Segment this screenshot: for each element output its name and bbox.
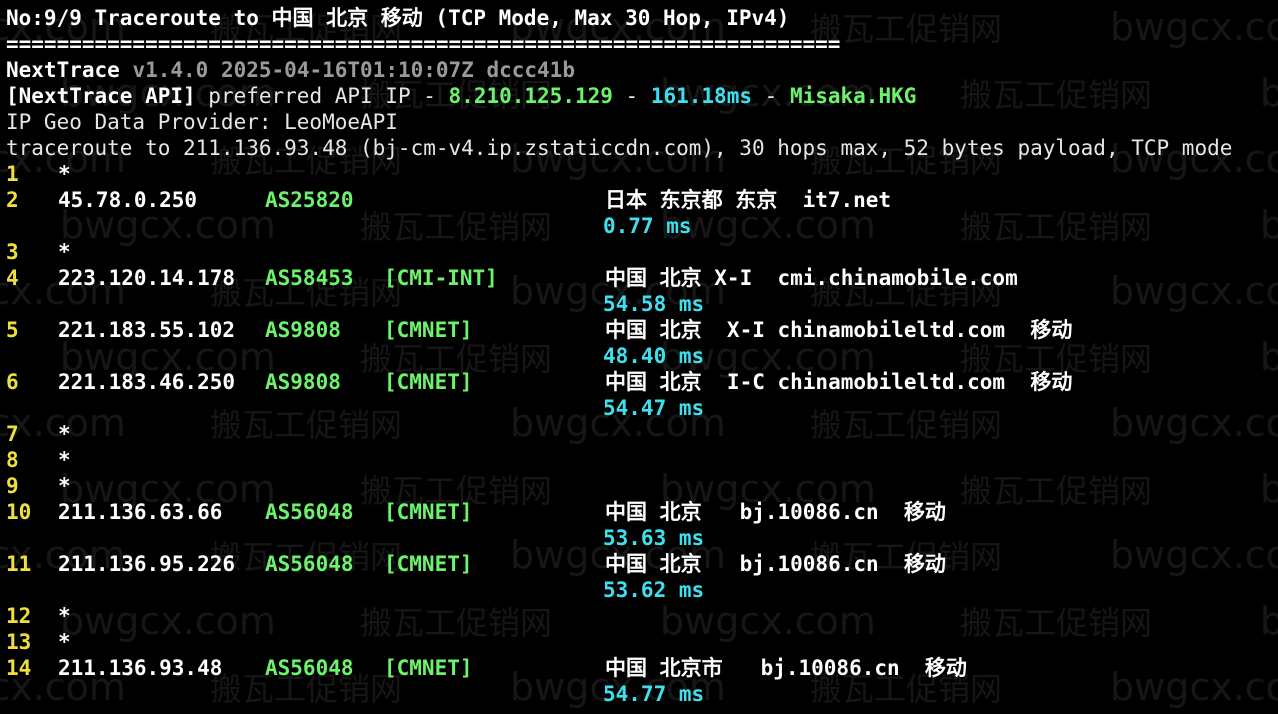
hop-network-tag: [CMNET] [384, 370, 473, 394]
hop-asn: AS9808 [265, 370, 341, 394]
hop-number: 6 [6, 370, 19, 394]
hop-network-tag: [CMNET] [384, 656, 473, 680]
hop-rtt: 54.77 ms [603, 682, 705, 706]
api-latency: 161.18ms [650, 84, 752, 108]
trace-info-line: traceroute to 211.136.93.48 (bj-cm-v4.ip… [6, 136, 1233, 160]
geo-provider-line: IP Geo Data Provider: LeoMoeAPI [6, 110, 398, 134]
hop-number: 10 [6, 500, 32, 524]
hop-asn: AS9808 [265, 318, 341, 342]
hop-network-tag: [CMNET] [384, 318, 473, 342]
hop-timeout: * [58, 630, 71, 654]
hop-number: 12 [6, 604, 32, 628]
version-info: v1.4.0 2025-04-16T01:10:07Z dccc41b [132, 58, 575, 82]
hop-row: 10 211.136.63.66 AS56048 [CMNET] 中国 北京 bj.10… [6, 499, 1278, 525]
hop-number: 5 [6, 318, 19, 342]
hop-geo: 中国 北京 X-I cmi.chinamobile.com [605, 266, 1018, 290]
hop-asn: AS56048 [265, 552, 354, 576]
version-line: NextTrace v1.4.0 2025-04-16T01:10:07Z dc… [6, 57, 1278, 83]
hop-geo: 中国 北京市 bj.10086.cn 移动 [605, 656, 967, 680]
hop-number: 14 [6, 656, 32, 680]
hop-ip: 211.136.95.226 [58, 552, 236, 576]
hop-ip: 221.183.55.102 [58, 318, 236, 342]
hop-ip: 221.183.46.250 [58, 370, 236, 394]
hop-rtt: 54.47 ms [603, 396, 705, 420]
api-dash: - [612, 84, 651, 108]
api-label: [NextTrace API] [6, 84, 196, 108]
api-dash: - [752, 84, 790, 108]
hop-rtt-row: 53.62 ms [6, 577, 1278, 603]
api-line: [NextTrace API] preferred API IP - 8.210… [6, 83, 1278, 109]
hop-number: 13 [6, 630, 32, 654]
hop-number: 7 [6, 422, 19, 446]
hop-rtt-row: 53.63 ms [6, 525, 1278, 551]
hop-row: 5 221.183.55.102 AS9808 [CMNET] 中国 北京 X-I ch… [6, 317, 1278, 343]
hop-timeout: * [58, 240, 71, 264]
hop-timeout: * [58, 448, 71, 472]
hop-geo: 中国 北京 bj.10086.cn 移动 [605, 500, 946, 524]
hop-timeout: * [58, 474, 71, 498]
hop-rtt: 0.77 ms [603, 214, 692, 238]
hop-timeout: * [58, 422, 71, 446]
api-text: preferred API IP - [195, 84, 449, 108]
hop-row: 14 211.136.93.48 AS56048 [CMNET] 中国 北京市 bj.1… [6, 655, 1278, 681]
hop-rtt-row: 54.47 ms [6, 395, 1278, 421]
hop-asn: AS56048 [265, 500, 354, 524]
hop-number: 9 [6, 474, 19, 498]
hop-number: 3 [6, 240, 19, 264]
hop-number: 4 [6, 266, 19, 290]
api-ip: 8.210.125.129 [448, 84, 613, 108]
hop-timeout: * [58, 162, 71, 186]
hop-ip: 223.120.14.178 [58, 266, 236, 290]
hop-geo: 日本 东京都 东京 it7.net [605, 188, 892, 212]
hop-row: 6 221.183.46.250 AS9808 [CMNET] 中国 北京 I-C ch… [6, 369, 1278, 395]
hop-rtt: 53.62 ms [603, 578, 705, 602]
separator-line: ========================================… [6, 32, 841, 56]
hop-row: 13 * [6, 629, 1278, 655]
hop-rtt-row: 54.58 ms [6, 291, 1278, 317]
terminal-output: No:9/9 Traceroute to 中国 北京 移动 (TCP Mode,… [6, 5, 1278, 707]
hop-row: 8 * [6, 447, 1278, 473]
hop-network-tag: [CMNET] [384, 500, 473, 524]
api-node: Misaka.HKG [789, 84, 917, 108]
hop-row: 4 223.120.14.178 AS58453 [CMI-INT] 中国 北京 X-I… [6, 265, 1278, 291]
hop-row: 7 * [6, 421, 1278, 447]
hop-network-tag: [CMI-INT] [384, 266, 498, 290]
hop-asn: AS25820 [265, 188, 354, 212]
hop-row: 12 * [6, 603, 1278, 629]
hop-row: 1 * [6, 161, 1278, 187]
trace-title: No:9/9 Traceroute to 中国 北京 移动 (TCP Mode,… [6, 6, 790, 30]
hop-rtt-row: 48.40 ms [6, 343, 1278, 369]
hop-timeout: * [58, 604, 71, 628]
hop-rtt: 53.63 ms [603, 526, 705, 550]
hop-ip: 211.136.63.66 [58, 500, 223, 524]
hop-number: 11 [6, 552, 32, 576]
hop-list: 1 * 2 45.78.0.250 AS25820 日本 东京都 东京 it7.net 0.… [6, 161, 1278, 707]
hop-number: 8 [6, 448, 19, 472]
hop-network-tag: [CMNET] [384, 552, 473, 576]
hop-number: 1 [6, 162, 19, 186]
hop-geo: 中国 北京 bj.10086.cn 移动 [605, 552, 946, 576]
hop-geo: 中国 北京 I-C chinamobileltd.com 移动 [605, 370, 1073, 394]
hop-row: 9 * [6, 473, 1278, 499]
hop-ip: 211.136.93.48 [58, 656, 223, 680]
hop-ip: 45.78.0.250 [58, 188, 198, 212]
hop-rtt-row: 0.77 ms [6, 213, 1278, 239]
hop-asn: AS56048 [265, 656, 354, 680]
app-name: NextTrace [6, 58, 120, 82]
hop-rtt: 54.58 ms [603, 292, 705, 316]
hop-number: 2 [6, 188, 19, 212]
hop-row: 2 45.78.0.250 AS25820 日本 东京都 东京 it7.net [6, 187, 1278, 213]
hop-asn: AS58453 [265, 266, 354, 290]
hop-rtt-row: 54.77 ms [6, 681, 1278, 707]
hop-row: 3 * [6, 239, 1278, 265]
hop-geo: 中国 北京 X-I chinamobileltd.com 移动 [605, 318, 1073, 342]
hop-rtt: 48.40 ms [603, 344, 705, 368]
hop-row: 11 211.136.95.226 AS56048 [CMNET] 中国 北京 bj.1… [6, 551, 1278, 577]
